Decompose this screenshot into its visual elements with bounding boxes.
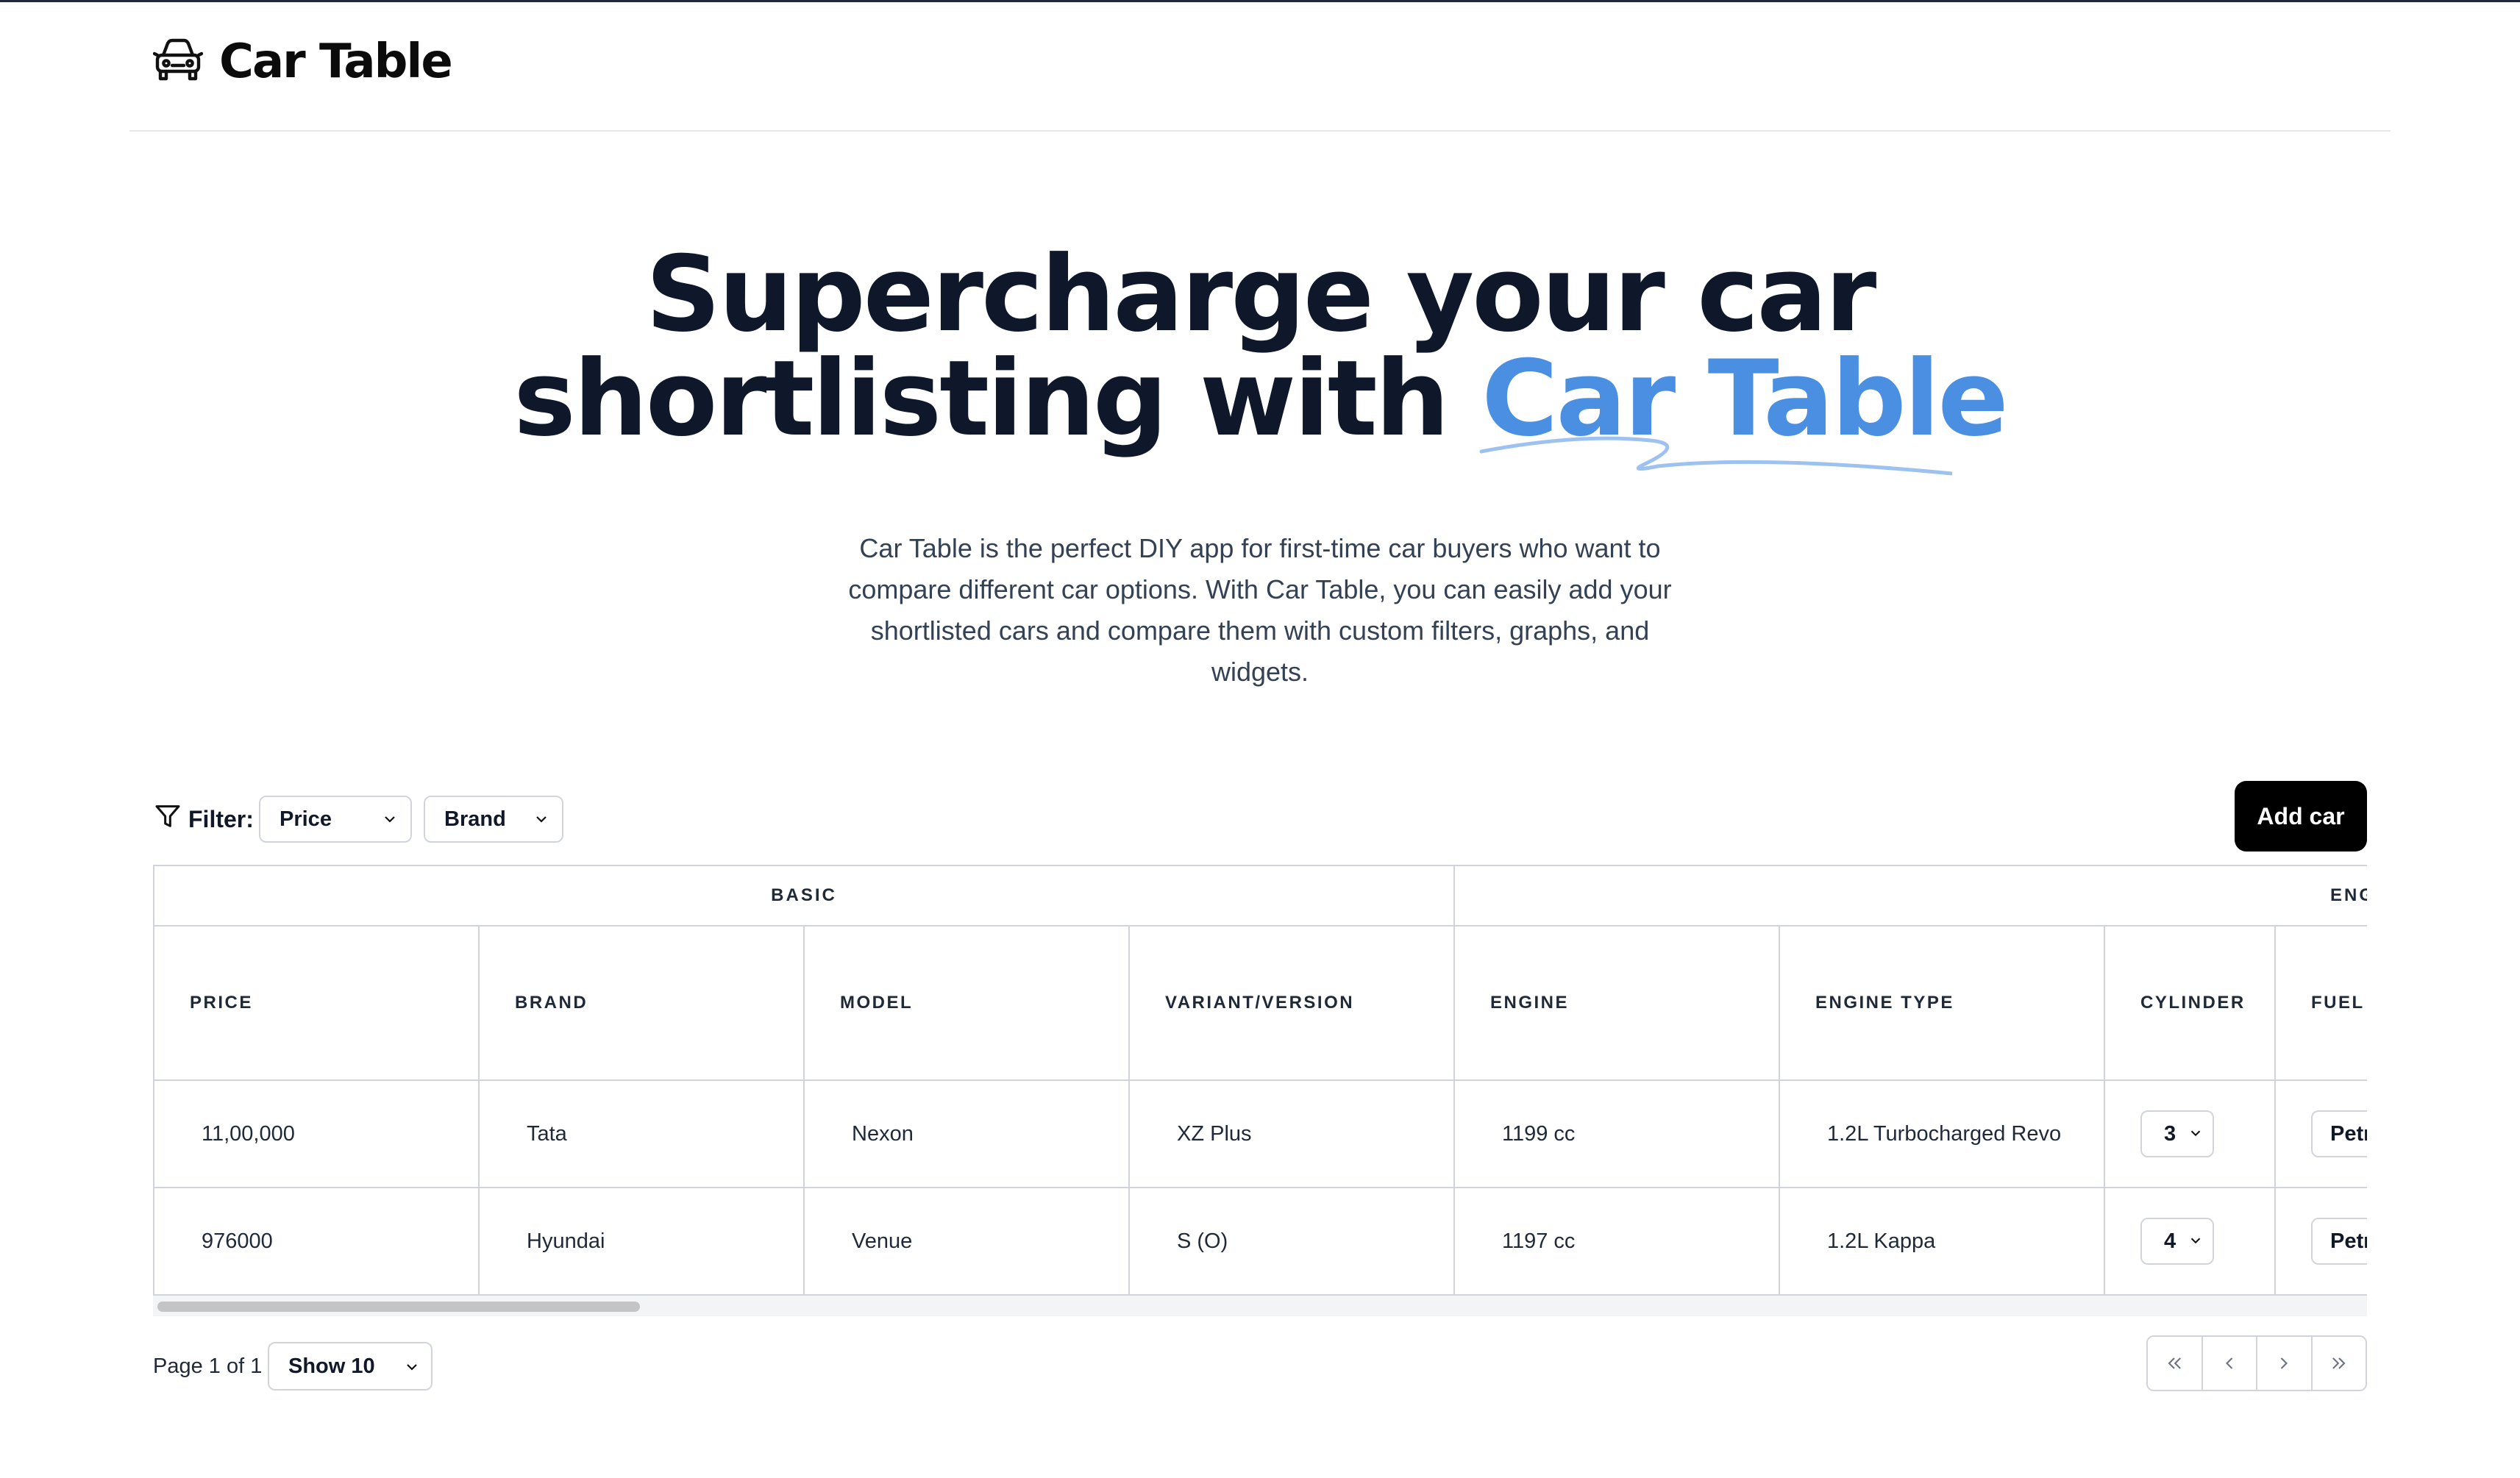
filter-icon [153, 802, 182, 837]
table-cell-brand: Tata [480, 1081, 805, 1188]
last-page-button[interactable] [2313, 1337, 2366, 1390]
cylinder-select-value: 3 [2164, 1121, 2176, 1146]
filter-toolbar: Filter: Price Brand Add car [153, 781, 2367, 852]
hero-title-prefix: shortlisting with [513, 338, 1482, 460]
chevron-down-icon [407, 1364, 417, 1371]
scrollbar-thumb[interactable] [157, 1302, 640, 1312]
page-size-value: Show 10 [288, 1354, 375, 1378]
car-table: BASIC ENG PRICE BRAND MODEL VARIANT/VERS… [153, 865, 2367, 1296]
column-header-engine[interactable]: ENGINE [1455, 927, 1780, 1081]
first-page-button[interactable] [2148, 1337, 2203, 1390]
next-page-icon [2281, 1357, 2288, 1369]
group-header-engine-label: ENG [2330, 885, 2367, 905]
prev-page-icon [2225, 1357, 2232, 1369]
filter-label-text: Filter: [188, 805, 254, 832]
table-cell-variant: S (O) [1130, 1188, 1455, 1294]
table-cell-engine: 1199 cc [1455, 1081, 1780, 1188]
hero-title: Supercharge your car shortlisting with C… [0, 234, 2520, 476]
fuel-select-value: Petr [2330, 1121, 2367, 1146]
car-icon [152, 38, 204, 87]
add-car-button[interactable]: Add car [2235, 781, 2367, 852]
table-cell-fuel: Petr [2276, 1188, 2367, 1294]
table-cell-variant: XZ Plus [1130, 1081, 1455, 1188]
cylinder-select[interactable]: 4 [2140, 1218, 2214, 1265]
page-info: Page 1 of 1 [153, 1354, 263, 1378]
hero-title-accent: Car Table [1479, 347, 2009, 476]
table-cell-model: Venue [805, 1188, 1130, 1294]
page-size-select[interactable]: Show 10 [268, 1342, 433, 1390]
column-header-engine-type[interactable]: ENGINE TYPE [1780, 927, 2105, 1081]
filter-label: Filter: [153, 802, 254, 837]
cylinder-select[interactable]: 3 [2140, 1110, 2214, 1157]
next-page-button[interactable] [2257, 1337, 2313, 1390]
table-horizontal-scrollbar[interactable] [153, 1296, 2367, 1316]
logo[interactable]: Car Table [152, 35, 453, 89]
table-cell-cylinder: 4 [2105, 1188, 2276, 1294]
brand-filter-value: Brand [444, 807, 506, 831]
column-header-model[interactable]: MODEL [805, 927, 1130, 1081]
group-header-basic: BASIC [154, 866, 1455, 927]
column-header-fuel[interactable]: FUEL [2276, 927, 2367, 1081]
table-cell-cylinder: 3 [2105, 1081, 2276, 1188]
column-header-brand[interactable]: BRAND [480, 927, 805, 1081]
first-page-icon [2168, 1357, 2182, 1369]
hero-title-line2: shortlisting with Car Table [0, 347, 2520, 476]
prev-page-button[interactable] [2203, 1337, 2257, 1390]
table-cell-engine: 1197 cc [1455, 1188, 1780, 1294]
hero-description: Car Table is the perfect DIY app for fir… [848, 533, 1672, 687]
fuel-select[interactable]: Petr [2311, 1218, 2367, 1265]
pagination-controls [2146, 1335, 2367, 1391]
last-page-icon [2332, 1357, 2346, 1369]
chevron-down-icon [2190, 1130, 2201, 1137]
header: Car Table [129, 2, 2391, 132]
fuel-select-value: Petr [2330, 1229, 2367, 1253]
column-header-variant[interactable]: VARIANT/VERSION [1130, 927, 1455, 1081]
table-cell-price: 976000 [154, 1188, 480, 1294]
chevron-down-icon [2190, 1238, 2201, 1244]
app-title: Car Table [219, 35, 453, 89]
chevron-down-icon [385, 816, 395, 823]
hero-section: Supercharge your car shortlisting with C… [0, 243, 2520, 693]
underline-scribble-icon [1479, 436, 1953, 476]
price-filter-value: Price [280, 807, 332, 831]
table-cell-engine-type: 1.2L Kappa [1780, 1188, 2105, 1294]
table-cell-model: Nexon [805, 1081, 1130, 1188]
table-cell-engine-type: 1.2L Turbocharged Revo [1780, 1081, 2105, 1188]
table-cell-price: 11,00,000 [154, 1081, 480, 1188]
hero-title-line1: Supercharge your car [645, 234, 1877, 355]
fuel-select[interactable]: Petr [2311, 1110, 2367, 1157]
column-header-cylinder[interactable]: CYLINDER [2105, 927, 2276, 1081]
column-header-price[interactable]: PRICE [154, 927, 480, 1081]
chevron-down-icon [536, 816, 547, 823]
group-header-engine: ENG [1455, 866, 2367, 927]
table-cell-brand: Hyundai [480, 1188, 805, 1294]
price-filter-select[interactable]: Price [259, 796, 412, 843]
cylinder-select-value: 4 [2164, 1229, 2176, 1253]
brand-filter-select[interactable]: Brand [424, 796, 563, 843]
table-cell-fuel: Petr [2276, 1081, 2367, 1188]
